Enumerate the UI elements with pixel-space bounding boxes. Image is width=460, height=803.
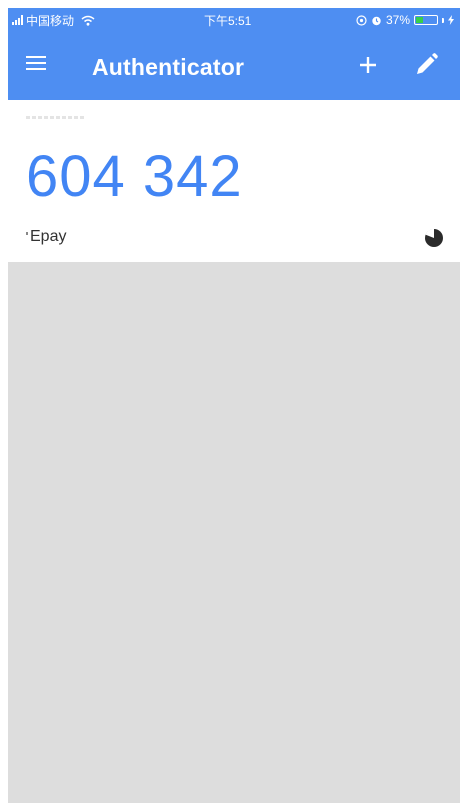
account-name: Epay	[30, 228, 67, 245]
status-time: 下午5:51	[204, 13, 252, 28]
plus-icon	[360, 57, 376, 73]
alarm-icon	[372, 16, 381, 25]
phone-screen: 中国移动 下午5:51 37% Authenticator 604 342 Ep…	[0, 0, 460, 803]
battery-fill	[416, 17, 423, 23]
charging-icon	[448, 15, 454, 25]
battery-percent: 37%	[385, 13, 410, 27]
wifi-icon	[81, 15, 95, 26]
battery-tip	[442, 17, 444, 23]
status-left: 中国移动	[12, 12, 95, 29]
status-bar: 中国移动 下午5:51 37%	[8, 8, 460, 32]
add-account-button[interactable]	[354, 50, 382, 80]
empty-list-area	[8, 262, 460, 803]
battery-icon	[414, 15, 438, 25]
edit-button[interactable]	[411, 50, 441, 80]
menu-icon[interactable]	[26, 52, 50, 80]
location-icon	[356, 14, 367, 26]
app-title: Authenticator	[92, 54, 245, 80]
app-bar: Authenticator	[8, 32, 460, 100]
faint-divider	[26, 116, 84, 119]
status-right: 37%	[356, 13, 454, 27]
account-marker	[26, 232, 28, 235]
carrier-label: 中国移动	[26, 13, 75, 28]
countdown-timer-icon	[425, 228, 443, 247]
pencil-icon	[417, 53, 438, 74]
otp-code: 604 342	[26, 144, 243, 209]
signal-icon	[12, 15, 23, 25]
account-card[interactable]: 604 342 Epay	[8, 100, 460, 262]
